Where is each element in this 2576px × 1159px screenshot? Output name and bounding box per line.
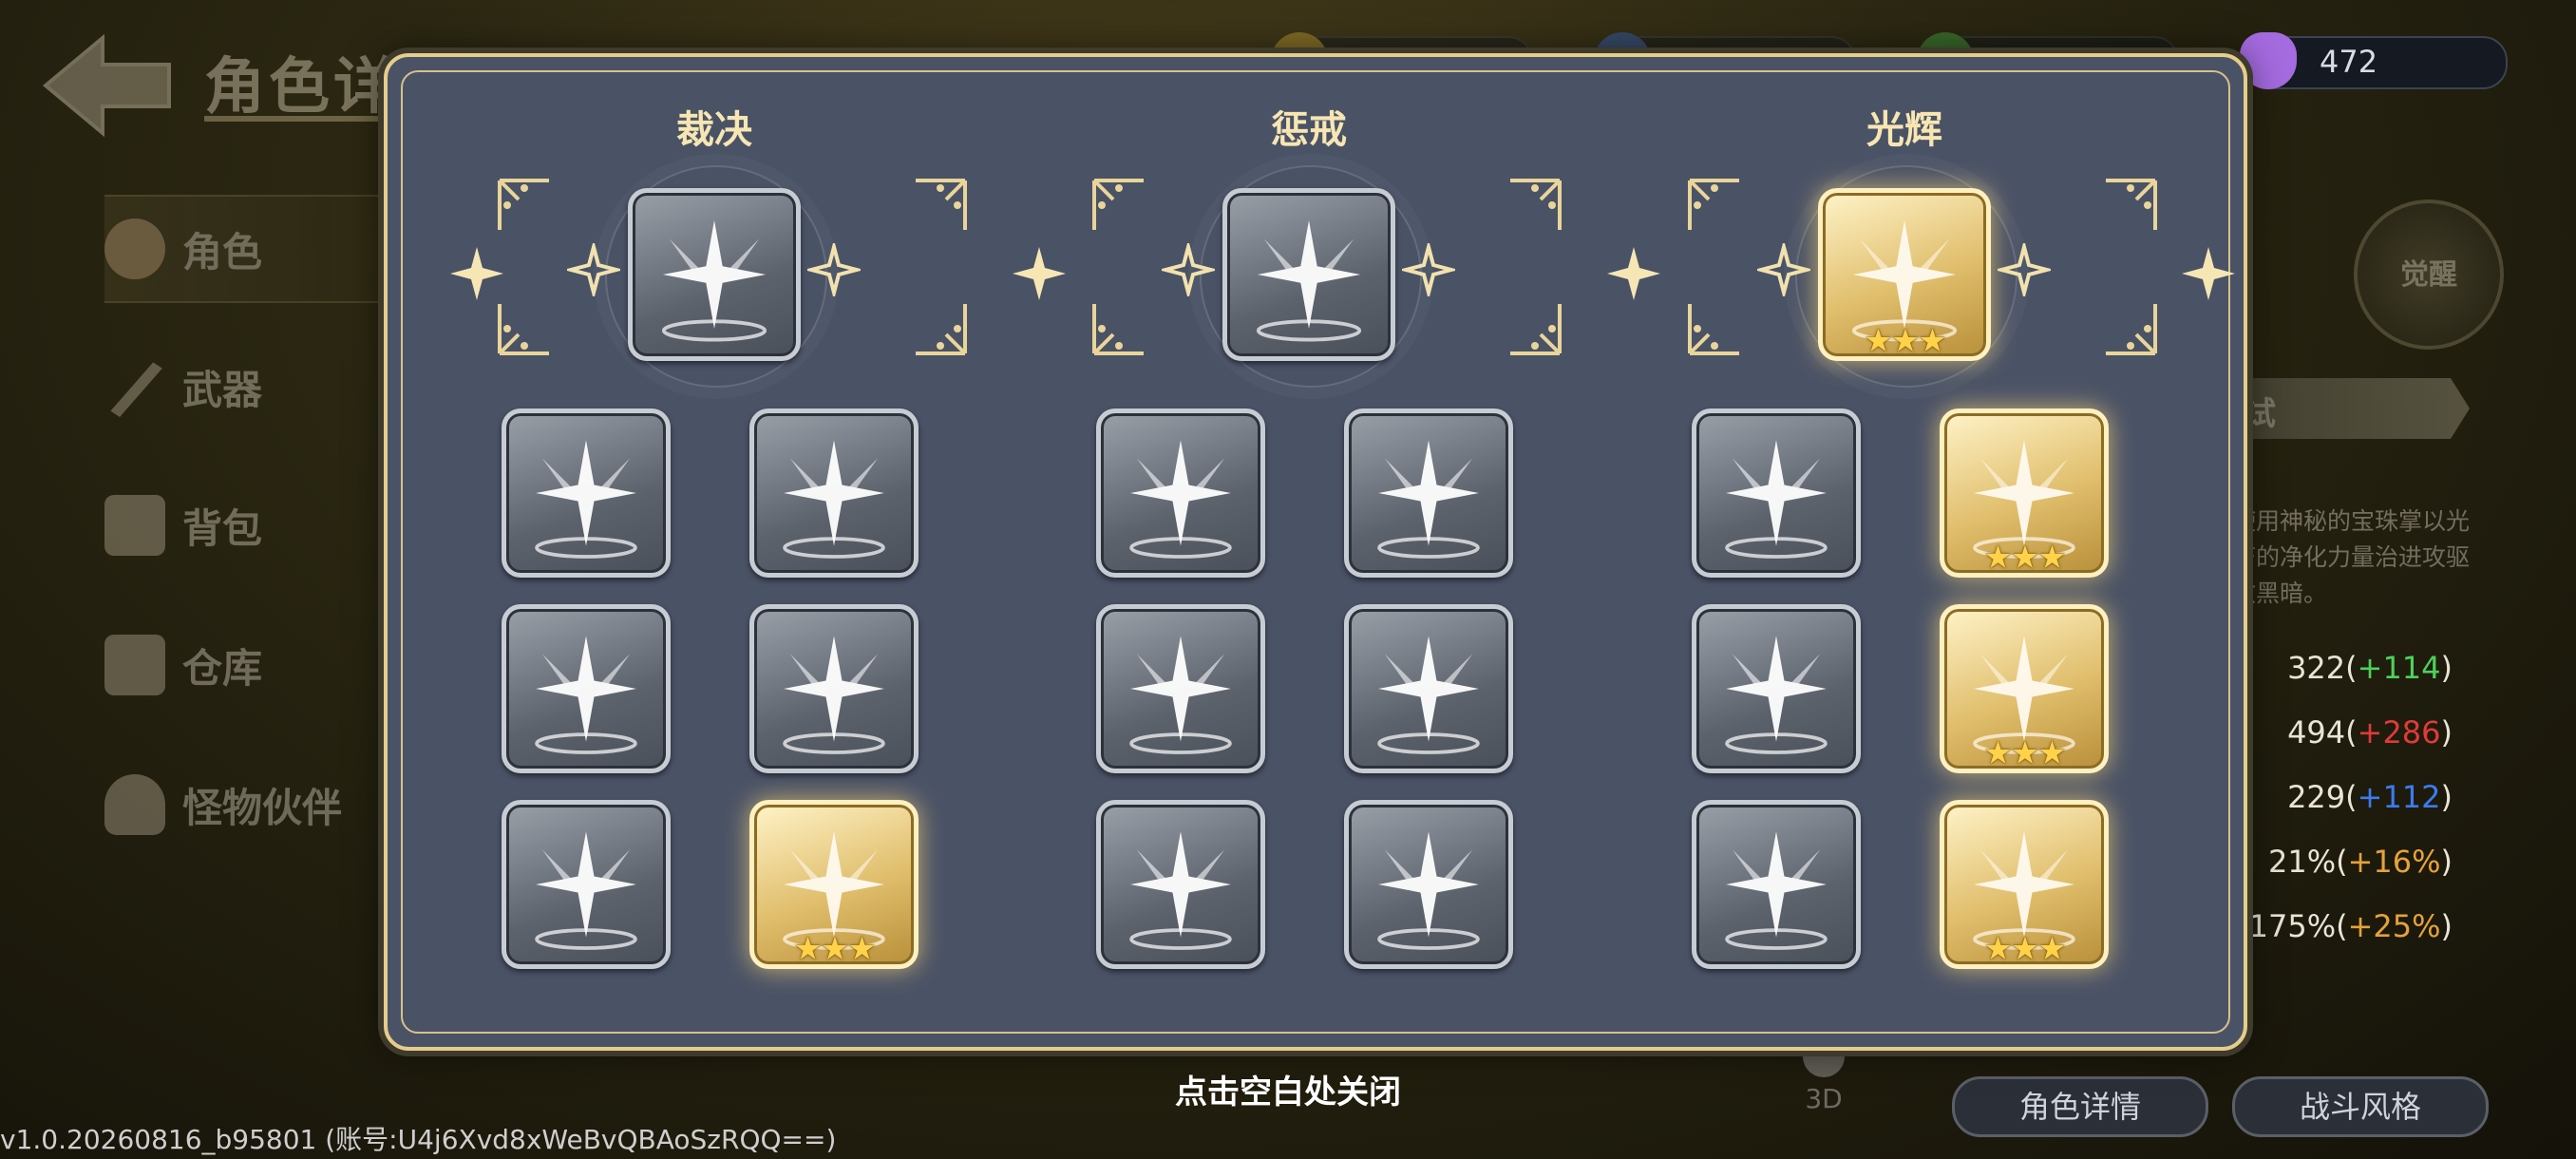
- skill-slot[interactable]: ★★★: [1940, 408, 2109, 578]
- style-tag-text: 试: [2244, 395, 2276, 433]
- sidebar-item-label: 角色: [182, 228, 263, 276]
- skill-slot[interactable]: [1692, 604, 1861, 773]
- corner-ornament-icon: [1688, 179, 1739, 230]
- stat-row: 229(+112): [2287, 779, 2453, 815]
- stat-row: 21%(+16%): [2267, 844, 2453, 880]
- stat-row: 322(+114): [2287, 650, 2453, 686]
- storage-icon: [104, 635, 165, 695]
- sidebar-item-monster-partner[interactable]: 怪物伙伴: [104, 752, 418, 857]
- corner-ornament-icon: [2106, 304, 2157, 355]
- piercing-beams-icon: [783, 636, 885, 754]
- spiral-orb-icon: [535, 831, 637, 950]
- sparkle-icon: [1757, 243, 1810, 296]
- sidebar-item-label: 武器: [182, 366, 263, 413]
- corner-ornament-icon: [1510, 179, 1562, 230]
- main-skill-slot[interactable]: [1222, 188, 1395, 361]
- character-icon: [104, 218, 165, 279]
- star-portal-icon: [1725, 831, 1828, 950]
- skill-slot[interactable]: [1692, 408, 1861, 578]
- main-skill-slot[interactable]: ★★★: [1818, 188, 1991, 361]
- winged-heal-icon: [1377, 636, 1480, 754]
- skill-slot[interactable]: [749, 604, 919, 773]
- sparkle-icon: [1402, 243, 1455, 296]
- monster-partner-icon: [104, 774, 165, 835]
- skill-description: 使用神秘的宝珠掌以光芒的净化力量治进攻驱散黑暗。: [2232, 507, 2471, 607]
- winged-swirl-icon: [1129, 831, 1232, 950]
- corner-ornament-icon: [916, 304, 967, 355]
- corner-ornament-icon: [1510, 304, 1562, 355]
- sparkle-icon: [2182, 247, 2235, 300]
- rising-sun-icon: [1377, 440, 1480, 559]
- skill-slot[interactable]: [502, 408, 671, 578]
- version-label: v1.0.20260816_b95801 (账号:U4j6Xvd8xWeBvQB…: [0, 1124, 837, 1155]
- sparkle-icon: [1607, 247, 1660, 300]
- skill-slot[interactable]: ★★★: [1940, 800, 2109, 969]
- winged-timer-icon: [1129, 440, 1232, 559]
- skill-slot[interactable]: [1096, 604, 1265, 773]
- sparkle-icon: [1162, 243, 1215, 296]
- sparkle-icon: [1998, 243, 2051, 296]
- corner-ornament-icon: [1688, 304, 1739, 355]
- skill-slot[interactable]: [1096, 408, 1265, 578]
- skill-slot[interactable]: [1344, 408, 1513, 578]
- skill-slot[interactable]: ★★★: [1940, 604, 2109, 773]
- corner-ornament-icon: [498, 304, 549, 355]
- close-hint[interactable]: 点击空白处关闭: [0, 1066, 2576, 1112]
- sidebar-item-backpack[interactable]: 背包: [104, 473, 418, 578]
- sparkle-icon: [1013, 247, 1066, 300]
- awaken-button[interactable]: 觉醒: [2354, 200, 2504, 350]
- sidebar-item-weapon[interactable]: 武器: [104, 334, 418, 439]
- column-title: 惩戒: [1271, 108, 1347, 152]
- star-rating: ★★★: [1983, 539, 2066, 577]
- radiant-winged-figure-icon: [661, 219, 767, 342]
- crescent-lightning-icon: [1377, 831, 1480, 950]
- star-rating: ★★★: [1864, 322, 1946, 360]
- skill-slot[interactable]: ★★★: [749, 800, 919, 969]
- four-point-star-icon: [1256, 219, 1362, 342]
- purple-potion-icon: [2240, 32, 2297, 89]
- sparkle-icon: [450, 247, 503, 300]
- sidebar-item-character[interactable]: 角色: [104, 195, 418, 303]
- stat-row: 494(+286): [2287, 714, 2453, 750]
- corner-ornament-icon: [916, 179, 967, 230]
- sidebar-item-label: 背包: [182, 504, 263, 552]
- sun-circle-icon: [1129, 636, 1232, 754]
- corner-ornament-icon: [1092, 304, 1144, 355]
- skill-slot[interactable]: [1344, 604, 1513, 773]
- pillar-of-light-icon: [1725, 440, 1828, 559]
- skill-slot[interactable]: [502, 800, 671, 969]
- light-impact-icon: [783, 440, 885, 559]
- stat-row: 175%(+25%): [2248, 908, 2453, 944]
- star-rating: ★★★: [793, 930, 876, 968]
- skill-slot[interactable]: [749, 408, 919, 578]
- style-tag: 试: [2232, 378, 2470, 439]
- title-underline: [204, 116, 394, 122]
- sidebar-item-label: 怪物伙伴: [182, 784, 343, 831]
- corner-ornament-icon: [1092, 179, 1144, 230]
- backpack-icon: [104, 495, 165, 556]
- column-title: 裁决: [676, 108, 752, 152]
- corner-ornament-icon: [2106, 179, 2157, 230]
- skill-slot[interactable]: [502, 604, 671, 773]
- sidebar-item-label: 仓库: [182, 644, 263, 692]
- winged-ring-icon: [1725, 636, 1828, 754]
- vortex-beam-icon: [535, 440, 637, 559]
- back-arrow-icon[interactable]: [36, 28, 179, 142]
- skill-slot[interactable]: [1096, 800, 1265, 969]
- column-title: 光辉: [1866, 108, 1942, 152]
- weapon-icon: [110, 362, 162, 417]
- star-rating: ★★★: [1983, 930, 2066, 968]
- skill-slot[interactable]: [1344, 800, 1513, 969]
- currency-purple-potion[interactable]: 472: [2240, 32, 2508, 89]
- sparkle-icon: [567, 243, 620, 296]
- corner-ornament-icon: [498, 179, 549, 230]
- sparkle-icon: [807, 243, 861, 296]
- skill-slot[interactable]: [1692, 800, 1861, 969]
- winged-strike-icon: [535, 636, 637, 754]
- sidebar-item-storage[interactable]: 仓库: [104, 613, 418, 717]
- main-skill-slot[interactable]: [628, 188, 801, 361]
- star-rating: ★★★: [1983, 734, 2066, 772]
